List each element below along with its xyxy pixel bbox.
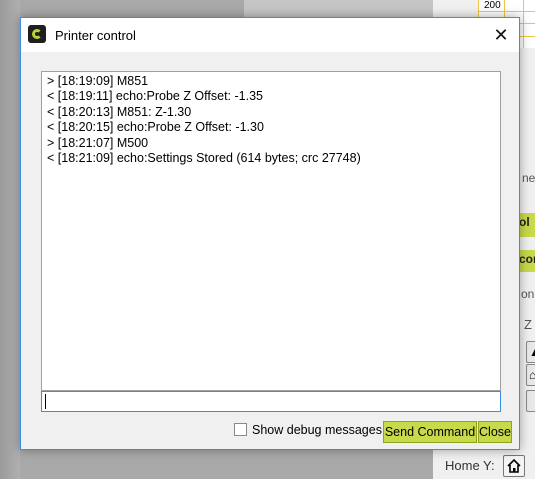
home-y-button[interactable] <box>503 455 525 477</box>
app-logo-icon <box>28 25 46 43</box>
z-home-button[interactable]: ⌂ <box>526 364 535 386</box>
panel-tool-tab-label: ol <box>519 215 530 229</box>
close-icon[interactable]: ✕ <box>487 22 515 48</box>
log-line: < [18:20:15] echo:Probe Z Offset: -1.30 <box>47 120 264 135</box>
panel-text-fragment: on <box>521 287 535 301</box>
z-step-button[interactable] <box>526 390 535 412</box>
printer-control-dialog: Printer control ✕ > [18:19:09] M851 < [18… <box>20 17 520 450</box>
log-line: < [18:19:11] echo:Probe Z Offset: -1.35 <box>47 89 263 104</box>
dialog-titlebar[interactable]: Printer control ✕ <box>21 18 519 52</box>
send-command-label: Send Command <box>384 425 476 439</box>
command-input[interactable] <box>41 391 501 412</box>
debug-messages-checkbox[interactable] <box>234 423 247 436</box>
home-icon: ⌂ <box>529 368 535 382</box>
debug-messages-label[interactable]: Show debug messages <box>252 423 382 437</box>
text-caret <box>45 394 46 409</box>
close-label: Close <box>479 425 511 439</box>
close-button[interactable]: Close <box>478 421 512 443</box>
home-y-label: Home Y: <box>445 458 495 473</box>
log-line: > [18:19:09] M851 <box>47 74 149 88</box>
send-command-button[interactable]: Send Command <box>383 421 477 443</box>
console-log[interactable]: > [18:19:09] M851 < [18:19:11] echo:Probe… <box>41 71 501 391</box>
panel-text-fragment: ne <box>522 171 535 185</box>
home-icon <box>507 458 521 473</box>
axis-z-label: Z <box>524 317 532 332</box>
panel-connect-label: cor <box>519 252 535 266</box>
log-line: > [18:21:07] M500 <box>47 135 149 150</box>
z-up-button[interactable]: ▲ <box>526 341 535 363</box>
dialog-title: Printer control <box>55 28 136 43</box>
log-line: < [18:20:13] M851: Z-1.30 <box>47 104 192 119</box>
app-left-edge <box>0 0 20 479</box>
grid-cell-value: 200 <box>484 0 501 11</box>
arrow-up-icon: ▲ <box>529 345 535 359</box>
log-line: < [18:21:09] echo:Settings Stored (614 b… <box>47 151 361 166</box>
